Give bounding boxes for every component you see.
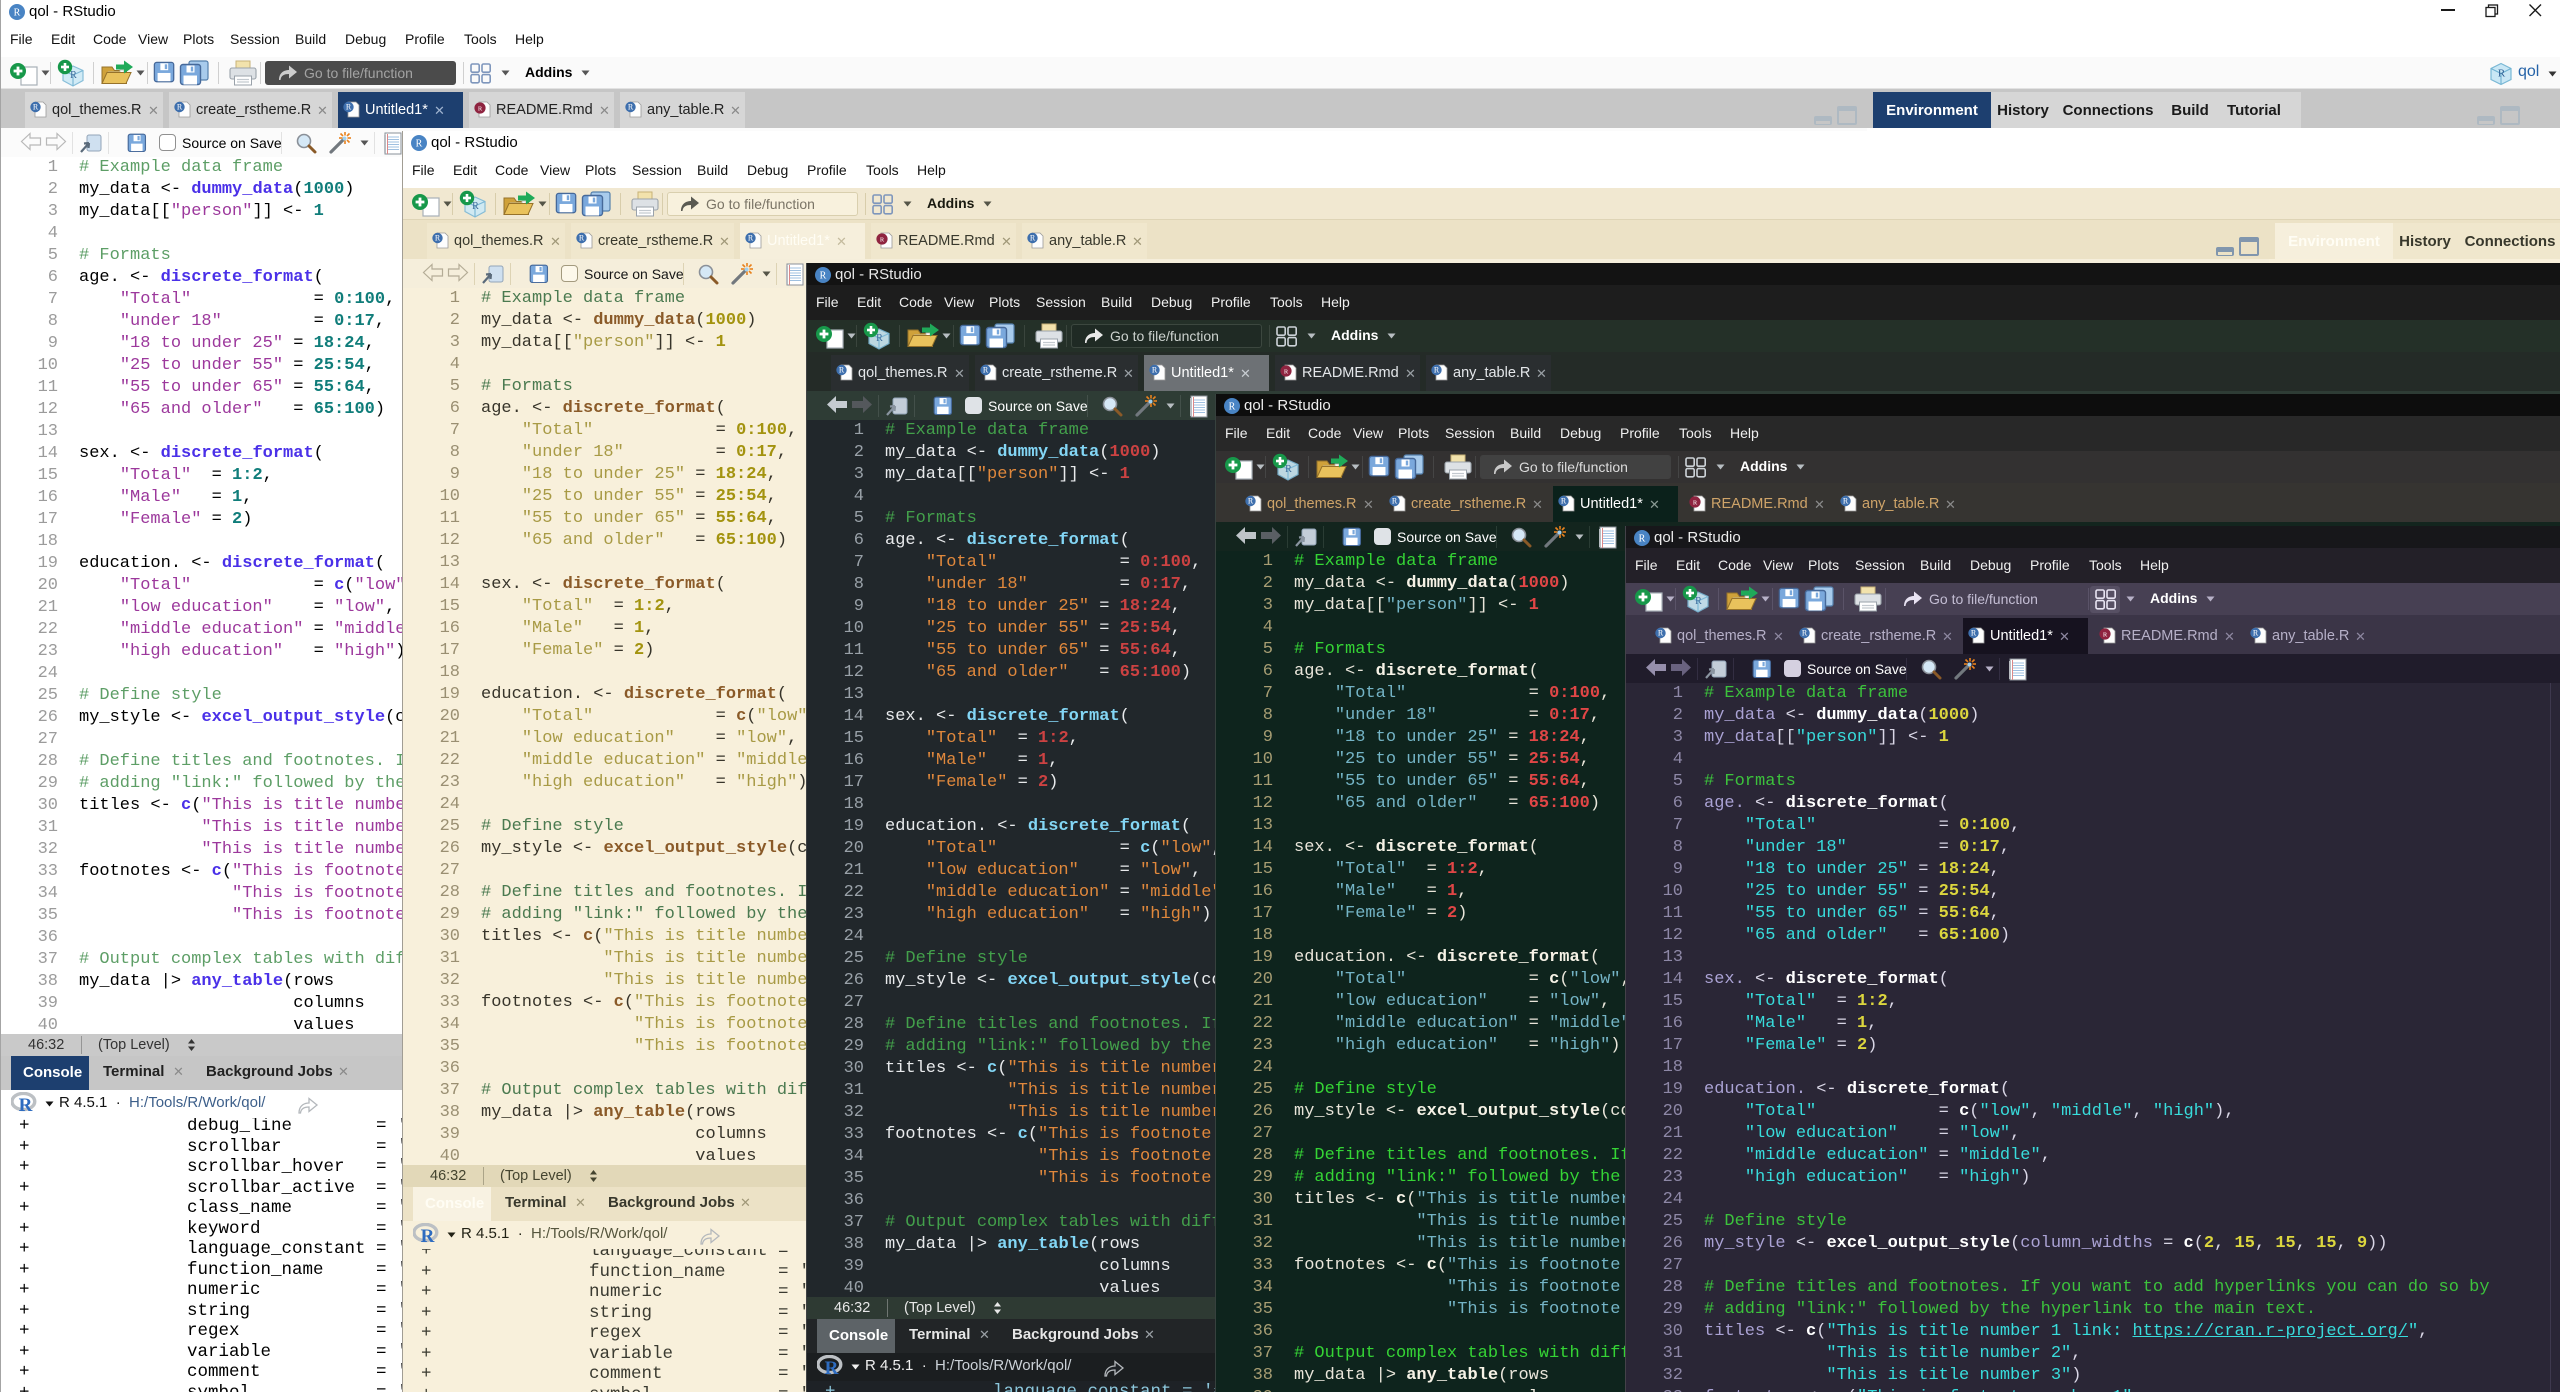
svg-text:R: R (70, 70, 77, 81)
svg-text:R: R (1030, 234, 1036, 243)
svg-text:R: R (1802, 629, 1808, 638)
svg-text:R: R (177, 103, 183, 112)
svg-text:R: R (880, 236, 885, 243)
svg-text:R: R (1639, 534, 1646, 545)
svg-text:R: R (1971, 629, 1977, 638)
svg-text:R: R (2498, 68, 2506, 80)
svg-text:R: R (1695, 596, 1702, 607)
svg-text:R: R (1152, 366, 1158, 375)
svg-text:R: R (1658, 629, 1664, 638)
svg-text:R: R (2103, 631, 2108, 638)
svg-text:R: R (628, 103, 634, 112)
svg-text:R: R (825, 1358, 839, 1377)
svg-text:R: R (1284, 368, 1289, 375)
svg-text:R: R (478, 105, 483, 112)
svg-text:R: R (1843, 497, 1849, 506)
svg-text:R: R (748, 234, 754, 243)
svg-text:R: R (876, 333, 883, 344)
svg-text:R: R (1392, 497, 1398, 506)
svg-text:R: R (33, 103, 39, 112)
svg-text:R: R (839, 366, 845, 375)
svg-text:R: R (1248, 497, 1254, 506)
svg-text:R: R (421, 1226, 435, 1245)
svg-text:R: R (1285, 464, 1292, 475)
svg-text:R: R (1434, 366, 1440, 375)
svg-text:R: R (1693, 499, 1698, 506)
svg-text:R: R (14, 8, 21, 19)
svg-text:R: R (579, 234, 585, 243)
svg-text:R: R (416, 139, 423, 150)
svg-text:R: R (1229, 402, 1236, 413)
svg-text:R: R (983, 366, 989, 375)
svg-text:R: R (435, 234, 441, 243)
svg-text:R: R (19, 1095, 33, 1114)
svg-text:R: R (2253, 629, 2259, 638)
svg-text:R: R (1561, 497, 1567, 506)
svg-text:R: R (820, 271, 827, 282)
svg-text:R: R (346, 103, 352, 112)
svg-text:R: R (472, 201, 479, 212)
